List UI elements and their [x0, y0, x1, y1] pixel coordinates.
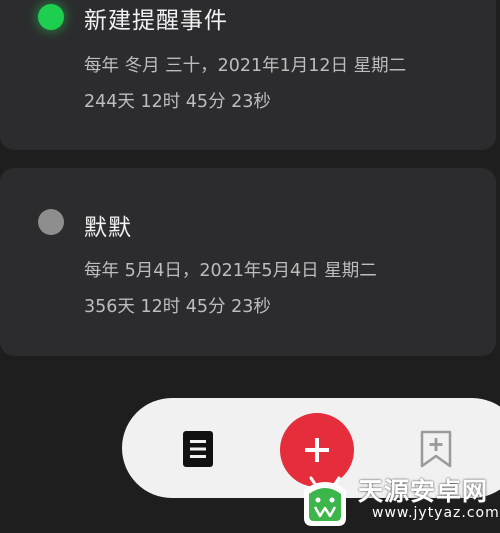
- event-card[interactable]: 新建提醒事件 每年 冬月 三十，2021年1月12日 星期二 244天 12时 …: [0, 0, 496, 150]
- bookmark-add-icon: [420, 430, 452, 468]
- event-date: 每年 冬月 三十，2021年1月12日 星期二: [84, 56, 407, 76]
- event-countdown: 244天 12时 45分 23秒: [84, 92, 271, 112]
- watermark-logo: [304, 476, 346, 526]
- event-countdown: 356天 12时 45分 23秒: [84, 297, 271, 317]
- watermark-url: www.jytyaz.com: [372, 505, 500, 521]
- event-title: 新建提醒事件: [84, 8, 228, 34]
- event-date: 每年 5月4日，2021年5月4日 星期二: [84, 261, 377, 281]
- event-card[interactable]: 默默 每年 5月4日，2021年5月4日 星期二 356天 12时 45分 23…: [0, 168, 496, 356]
- list-document-icon: [183, 431, 213, 467]
- list-tab-button[interactable]: [180, 430, 216, 468]
- watermark-name: 天源安卓网: [358, 477, 489, 506]
- status-dot: [38, 209, 64, 235]
- plus-icon: [305, 438, 329, 462]
- event-title: 默默: [84, 215, 132, 241]
- bookmark-tab-button[interactable]: [416, 428, 456, 470]
- watermark: 天源安卓网 www.jytyaz.com: [290, 470, 500, 530]
- status-dot: [38, 4, 64, 30]
